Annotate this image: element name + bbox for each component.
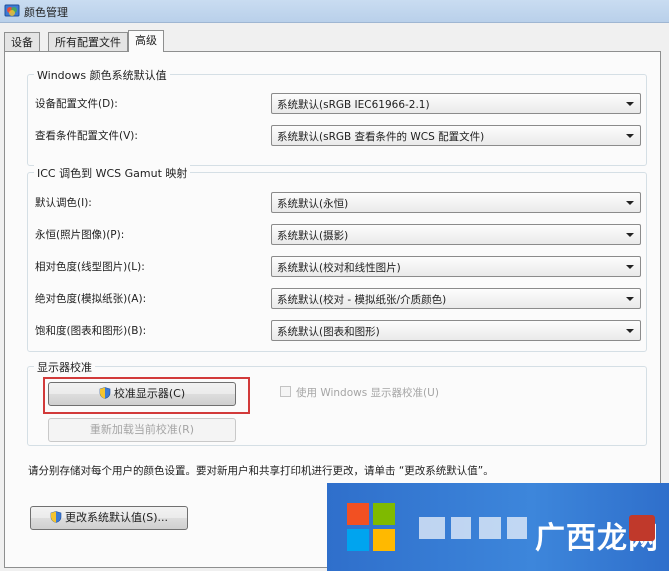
absolute-colorimetric-dropdown[interactable]: 系统默认(校对 - 模拟纸张/介质颜色) bbox=[271, 288, 641, 309]
relative-colorimetric-label: 相对色度(线型图片)(L): bbox=[35, 261, 145, 273]
device-profile-dropdown[interactable]: 系统默认(sRGB IEC61966-2.1) bbox=[271, 93, 641, 114]
viewing-conditions-value: 系统默认(sRGB 查看条件的 WCS 配置文件) bbox=[277, 131, 485, 143]
watermark-banner: 广西龙网 bbox=[327, 483, 669, 571]
watermark-seal-icon bbox=[629, 515, 655, 541]
info-text: 请分别存储对每个用户的颜色设置。要对新用户和共享打印机进行更改，请单击 “更改系… bbox=[28, 465, 494, 477]
tab-all-profiles[interactable]: 所有配置文件 bbox=[48, 32, 128, 51]
chevron-down-icon bbox=[626, 329, 634, 333]
tab-devices[interactable]: 设备 bbox=[4, 32, 40, 51]
absolute-colorimetric-label: 绝对色度(模拟纸张)(A): bbox=[35, 293, 147, 305]
watermark-blur-block bbox=[451, 517, 471, 539]
chevron-down-icon bbox=[626, 201, 634, 205]
default-rendering-value: 系统默认(永恒) bbox=[277, 198, 349, 210]
relative-colorimetric-value: 系统默认(校对和线性图片) bbox=[277, 262, 401, 274]
change-system-defaults-button[interactable]: 更改系统默认值(S)... bbox=[30, 506, 188, 530]
saturation-dropdown[interactable]: 系统默认(图表和图形) bbox=[271, 320, 641, 341]
chevron-down-icon bbox=[626, 297, 634, 301]
tab-advanced[interactable]: 高级 bbox=[128, 30, 164, 52]
saturation-label: 饱和度(图表和图形)(B): bbox=[35, 325, 147, 337]
window-title: 颜色管理 bbox=[24, 6, 68, 19]
tab-bar: 设备 所有配置文件 高级 bbox=[4, 30, 664, 52]
watermark-blur-block bbox=[419, 517, 445, 539]
watermark-blur-block bbox=[479, 517, 501, 539]
calibration-legend: 显示器校准 bbox=[34, 359, 95, 375]
gamut-mapping-legend: ICC 调色到 WCS Gamut 映射 bbox=[34, 165, 191, 181]
calibrate-display-label: 校准显示器(C) bbox=[113, 387, 186, 400]
saturation-value: 系统默认(图表和图形) bbox=[277, 326, 380, 338]
perceptual-dropdown[interactable]: 系统默认(摄影) bbox=[271, 224, 641, 245]
reload-calibration-button[interactable]: 重新加载当前校准(R) bbox=[48, 418, 236, 442]
chevron-down-icon bbox=[626, 265, 634, 269]
viewing-conditions-dropdown[interactable]: 系统默认(sRGB 查看条件的 WCS 配置文件) bbox=[271, 125, 641, 146]
uac-shield-icon bbox=[50, 511, 62, 523]
color-management-icon bbox=[4, 4, 20, 17]
perceptual-label: 永恒(照片图像)(P): bbox=[35, 229, 125, 241]
default-rendering-dropdown[interactable]: 系统默认(永恒) bbox=[271, 192, 641, 213]
chevron-down-icon bbox=[626, 102, 634, 106]
windows-defaults-group: Windows 颜色系统默认值 bbox=[27, 67, 647, 166]
viewing-conditions-label: 查看条件配置文件(V): bbox=[35, 130, 138, 142]
chevron-down-icon bbox=[626, 233, 634, 237]
use-windows-calibration-checkbox[interactable] bbox=[280, 386, 291, 397]
chevron-down-icon bbox=[626, 134, 634, 138]
watermark-blur-block bbox=[507, 517, 527, 539]
calibrate-display-button[interactable]: 校准显示器(C) bbox=[48, 382, 236, 406]
perceptual-value: 系统默认(摄影) bbox=[277, 230, 349, 242]
device-profile-label: 设备配置文件(D): bbox=[35, 98, 118, 110]
device-profile-value: 系统默认(sRGB IEC61966-2.1) bbox=[277, 99, 430, 111]
windows-logo-icon bbox=[347, 503, 395, 551]
use-windows-calibration-label: 使用 Windows 显示器校准(U) bbox=[296, 387, 439, 399]
absolute-colorimetric-value: 系统默认(校对 - 模拟纸张/介质颜色) bbox=[277, 294, 447, 306]
windows-defaults-legend: Windows 颜色系统默认值 bbox=[34, 67, 170, 83]
relative-colorimetric-dropdown[interactable]: 系统默认(校对和线性图片) bbox=[271, 256, 641, 277]
uac-shield-icon bbox=[99, 387, 111, 399]
default-rendering-label: 默认调色(I): bbox=[35, 197, 92, 209]
title-bar: 颜色管理 bbox=[0, 0, 669, 23]
change-system-defaults-label: 更改系统默认值(S)... bbox=[64, 511, 169, 524]
reload-calibration-label: 重新加载当前校准(R) bbox=[89, 423, 195, 436]
